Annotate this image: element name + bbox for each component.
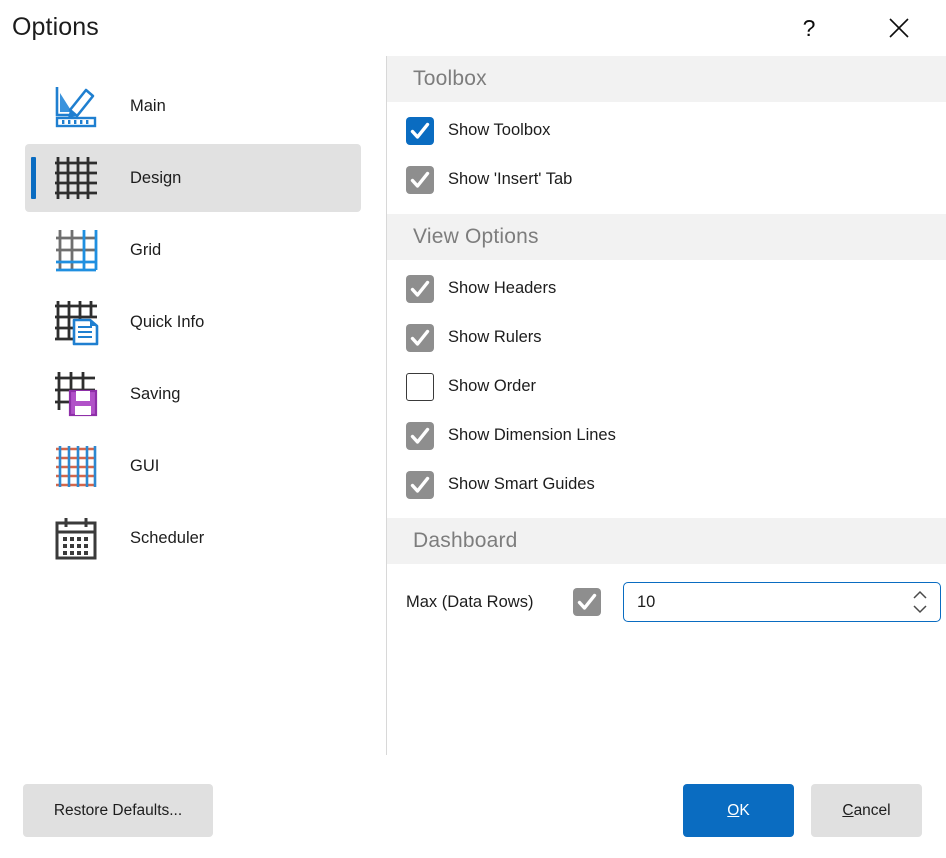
restore-defaults-label: Restore Defaults... xyxy=(54,802,182,820)
option-row-show-order[interactable]: Show Order xyxy=(387,362,946,411)
ok-label: OK xyxy=(727,802,749,820)
checkbox-show-insert-tab[interactable] xyxy=(406,166,434,194)
max-data-rows-input[interactable]: 10 xyxy=(637,593,655,612)
section-header-view-options: View Options xyxy=(387,214,946,260)
option-label: Show 'Insert' Tab xyxy=(448,170,572,189)
check-icon xyxy=(406,324,434,352)
spinner-arrows[interactable] xyxy=(910,587,930,617)
check-icon xyxy=(406,422,434,450)
option-label: Show Headers xyxy=(448,279,556,298)
options-panel: Toolbox Show Toolbox Show 'Insert' Tab V… xyxy=(387,56,946,756)
grid-document-icon xyxy=(52,298,100,346)
sidebar-item-gui[interactable]: GUI xyxy=(25,432,361,500)
sidebar-item-grid[interactable]: Grid xyxy=(25,216,361,284)
sidebar-item-label: Grid xyxy=(130,241,161,260)
option-label: Show Toolbox xyxy=(448,121,550,140)
section-title: Toolbox xyxy=(413,67,487,91)
chevron-down-icon xyxy=(914,606,926,612)
option-row-show-headers[interactable]: Show Headers xyxy=(387,260,946,313)
sidebar-item-saving[interactable]: Saving xyxy=(25,360,361,428)
title-bar: Options ? xyxy=(0,0,946,56)
section-title: Dashboard xyxy=(413,529,518,553)
dashboard-max-data-rows-row: Max (Data Rows) 10 xyxy=(387,564,946,640)
sidebar-item-label: Quick Info xyxy=(130,313,204,332)
option-row-show-toolbox[interactable]: Show Toolbox xyxy=(387,102,946,155)
checkbox-show-toolbox[interactable] xyxy=(406,117,434,145)
ok-accel-char: O xyxy=(727,802,739,819)
checkbox-max-data-rows[interactable] xyxy=(573,588,601,616)
close-icon xyxy=(886,15,912,41)
option-row-show-rulers[interactable]: Show Rulers xyxy=(387,313,946,362)
ok-button[interactable]: OK xyxy=(683,784,794,837)
cancel-label: Cancel xyxy=(842,802,890,820)
sidebar-item-label: Design xyxy=(130,169,181,188)
grid-floppy-icon xyxy=(52,370,100,418)
section-header-toolbox: Toolbox xyxy=(387,56,946,102)
pencil-ruler-icon xyxy=(52,82,100,130)
check-icon xyxy=(406,275,434,303)
sidebar-item-main[interactable]: Main xyxy=(25,72,361,140)
option-row-show-smart-guides[interactable]: Show Smart Guides xyxy=(387,460,946,509)
option-row-show-insert-tab[interactable]: Show 'Insert' Tab xyxy=(387,155,946,204)
woven-grid-icon xyxy=(52,442,100,490)
help-button[interactable]: ? xyxy=(786,6,832,50)
cancel-button[interactable]: Cancel xyxy=(811,784,922,837)
close-button[interactable] xyxy=(876,6,922,50)
check-icon xyxy=(573,588,601,616)
page-title: Options xyxy=(12,13,99,42)
cancel-accel-char: C xyxy=(842,802,853,819)
option-label: Show Rulers xyxy=(448,328,542,347)
sidebar-item-label: GUI xyxy=(130,457,159,476)
option-label: Show Order xyxy=(448,377,536,396)
sidebar-item-label: Saving xyxy=(130,385,180,404)
max-data-rows-spinner[interactable]: 10 xyxy=(623,582,941,622)
ok-label-rest: K xyxy=(739,802,749,819)
sidebar: Main Design xyxy=(0,56,386,756)
checkbox-show-smart-guides[interactable] xyxy=(406,471,434,499)
sidebar-item-quick-info[interactable]: Quick Info xyxy=(25,288,361,356)
check-icon xyxy=(406,117,434,145)
check-icon xyxy=(406,166,434,194)
checkbox-show-order[interactable] xyxy=(406,373,434,401)
option-label: Show Dimension Lines xyxy=(448,426,616,445)
section-title: View Options xyxy=(413,225,539,249)
sidebar-item-scheduler[interactable]: Scheduler xyxy=(25,504,361,572)
grid-blue-icon xyxy=(52,226,100,274)
sidebar-item-label: Main xyxy=(130,97,166,116)
chevron-up-icon xyxy=(914,592,926,598)
section-header-dashboard: Dashboard xyxy=(387,518,946,564)
grid-dark-icon xyxy=(52,154,100,202)
sidebar-item-design[interactable]: Design xyxy=(25,144,361,212)
calendar-icon xyxy=(52,514,100,562)
dialog-footer: Restore Defaults... OK Cancel xyxy=(0,756,946,858)
sidebar-item-label: Scheduler xyxy=(130,529,204,548)
checkbox-show-headers[interactable] xyxy=(406,275,434,303)
max-data-rows-label: Max (Data Rows) xyxy=(406,593,573,612)
checkbox-show-dimension-lines[interactable] xyxy=(406,422,434,450)
option-row-show-dimension-lines[interactable]: Show Dimension Lines xyxy=(387,411,946,460)
question-mark-icon: ? xyxy=(803,17,816,40)
restore-defaults-button[interactable]: Restore Defaults... xyxy=(23,784,213,837)
option-label: Show Smart Guides xyxy=(448,475,595,494)
checkbox-show-rulers[interactable] xyxy=(406,324,434,352)
check-icon xyxy=(406,471,434,499)
cancel-label-rest: ancel xyxy=(854,802,891,819)
selection-accent-bar xyxy=(31,157,36,199)
